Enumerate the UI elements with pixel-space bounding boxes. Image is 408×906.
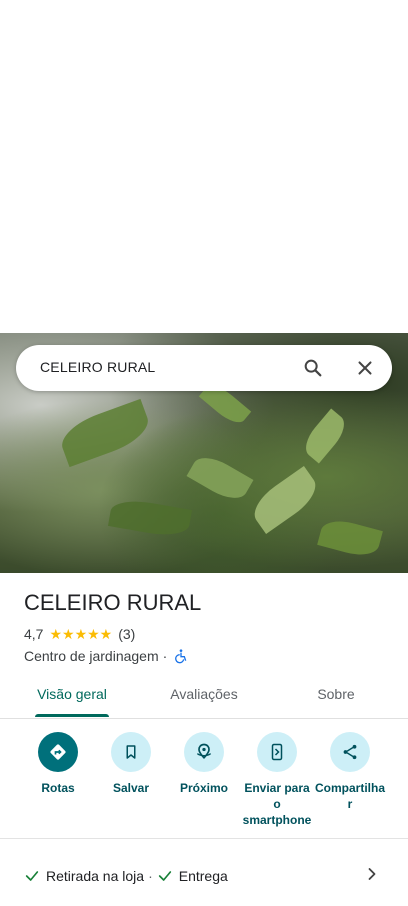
share-icon <box>330 732 370 772</box>
category-separator: · <box>162 648 168 664</box>
service-separator: · <box>148 868 153 884</box>
send-to-phone-icon <box>257 732 297 772</box>
check-icon <box>24 868 40 884</box>
section-divider <box>0 838 408 839</box>
search-query[interactable]: CELEIRO RURAL <box>40 359 155 375</box>
place-title: CELEIRO RURAL <box>24 590 202 615</box>
tab-overview[interactable]: Visão geral <box>20 672 124 718</box>
search-icon[interactable] <box>302 357 324 379</box>
share-button[interactable]: Compartilhar <box>313 732 387 812</box>
nearby-icon <box>184 732 224 772</box>
rating-row[interactable]: 4,7 ★★★★★ (3) <box>24 624 135 644</box>
photo-foliage <box>317 515 383 561</box>
action-label: Rotas <box>41 781 75 795</box>
photo-foliage <box>108 496 192 540</box>
active-tab-indicator <box>35 714 109 717</box>
rating-stars: ★★★★★ <box>49 625 113 642</box>
chevron-right-icon[interactable] <box>362 864 382 884</box>
check-icon <box>157 868 173 884</box>
action-label: Enviar para o smartphone <box>242 781 312 827</box>
close-icon[interactable] <box>354 357 376 379</box>
nearby-button[interactable]: Próximo <box>167 732 241 796</box>
wheelchair-accessible-icon <box>173 648 189 664</box>
bookmark-icon <box>111 732 151 772</box>
photo-foliage <box>186 450 254 506</box>
directions-icon <box>38 732 78 772</box>
place-category: Centro de jardinagem <box>24 648 159 664</box>
tab-about[interactable]: Sobre <box>284 672 388 718</box>
service-option-delivery: Entrega <box>178 868 228 884</box>
save-button[interactable]: Salvar <box>94 732 168 796</box>
tab-bar: Visão geral Avaliações Sobre <box>0 672 408 719</box>
tab-reviews[interactable]: Avaliações <box>152 672 256 718</box>
service-options[interactable]: Retirada na loja · Entrega <box>24 864 228 888</box>
send-to-phone-button[interactable]: Enviar para o smartphone <box>240 732 314 828</box>
rating-value: 4,7 <box>24 626 44 642</box>
action-label: Salvar <box>112 781 150 795</box>
photo-foliage <box>298 408 352 464</box>
search-bar[interactable]: CELEIRO RURAL <box>16 345 392 391</box>
action-label: Compartilhar <box>314 781 385 811</box>
directions-button[interactable]: Rotas <box>21 732 95 796</box>
category-row: Centro de jardinagem · <box>24 646 189 666</box>
action-label: Próximo <box>179 781 228 795</box>
review-count[interactable]: (3) <box>118 626 135 642</box>
photo-foliage <box>246 465 324 535</box>
service-option-pickup: Retirada na loja <box>46 868 145 884</box>
action-buttons: Rotas Salvar Próximo Enviar para o smart… <box>0 732 408 832</box>
photo-foliage <box>55 398 155 468</box>
